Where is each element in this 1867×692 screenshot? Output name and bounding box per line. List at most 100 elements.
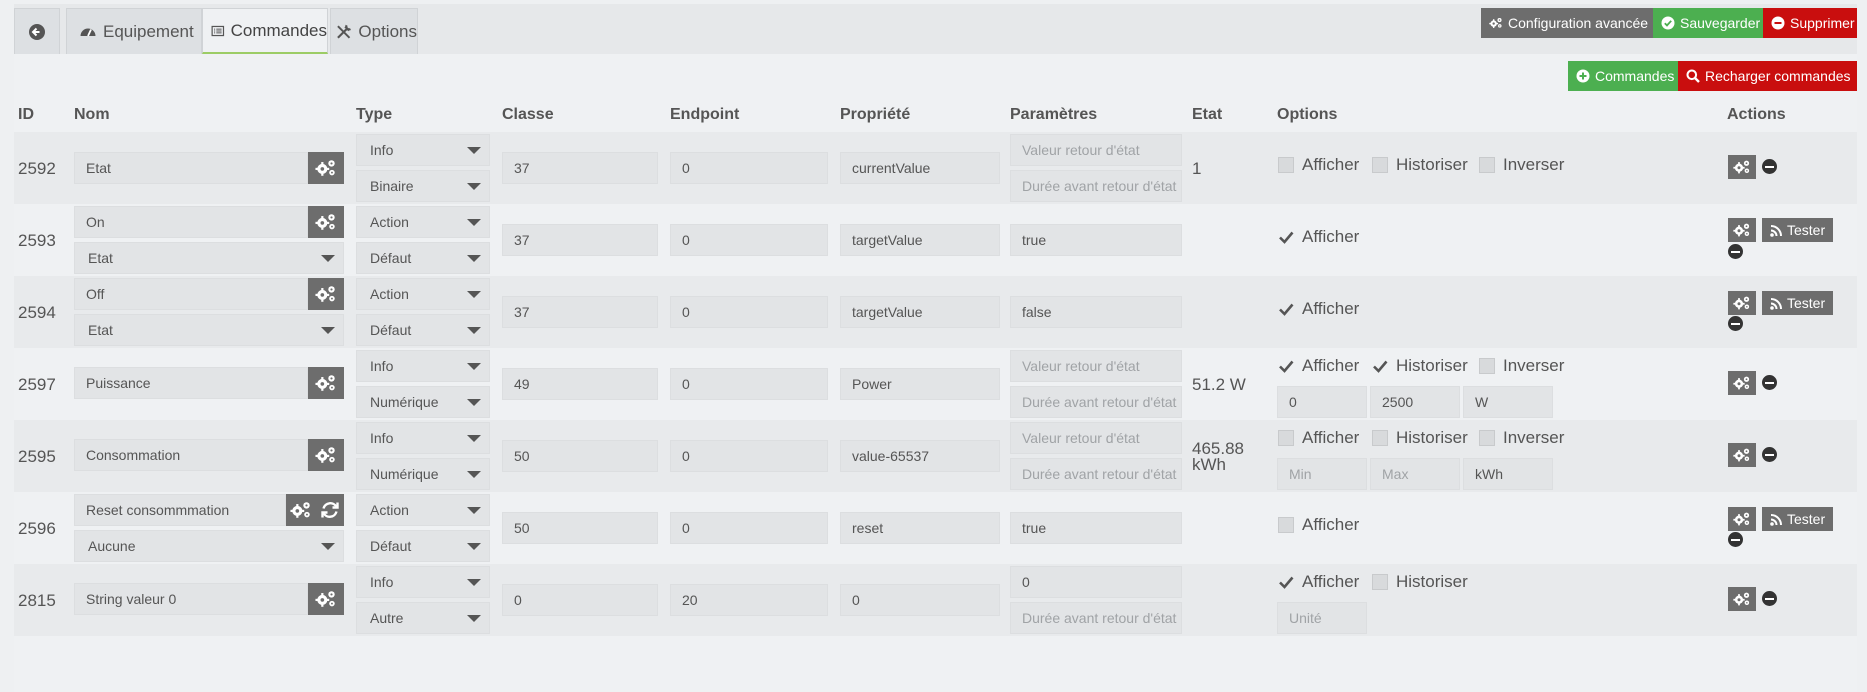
return-value-field[interactable]: Valeur retour d'état	[1010, 350, 1182, 382]
return-delay-field[interactable]: Durée avant retour d'état	[1010, 170, 1182, 202]
endpoint-field[interactable]: 0	[670, 368, 828, 400]
tab-equipement[interactable]: Equipement	[66, 8, 202, 54]
remove-command-icon[interactable]	[1762, 447, 1777, 462]
type-select[interactable]: Info	[356, 566, 490, 598]
min-field[interactable]: Min	[1277, 458, 1367, 490]
remove-command-icon[interactable]	[1728, 244, 1743, 259]
subtype-select[interactable]: Binaire	[356, 170, 490, 202]
property-field[interactable]: Power	[840, 368, 1000, 400]
endpoint-field[interactable]: 0	[670, 512, 828, 544]
endpoint-field[interactable]: 0	[670, 296, 828, 328]
classe-field[interactable]: 37	[502, 296, 658, 328]
inverser-checkbox[interactable]: Inverser	[1479, 428, 1564, 448]
name-field[interactable]: Puissance	[74, 367, 308, 399]
afficher-checkbox[interactable]: Afficher	[1278, 299, 1359, 319]
type-select[interactable]: Info	[356, 350, 490, 382]
test-command-button[interactable]: Tester	[1762, 507, 1834, 531]
configure-command-button[interactable]	[1728, 587, 1756, 611]
test-command-button[interactable]: Tester	[1762, 218, 1834, 242]
refresh-button[interactable]	[316, 494, 344, 526]
classe-field[interactable]: 50	[502, 440, 658, 472]
advanced-config-button[interactable]: Configuration avancée	[1481, 8, 1653, 38]
historiser-checkbox[interactable]: Historiser	[1372, 356, 1468, 376]
property-field[interactable]: 0	[840, 584, 1000, 616]
name-field[interactable]: Etat	[74, 152, 308, 184]
icon-chooser-button[interactable]	[308, 152, 344, 184]
return-delay-field[interactable]: Durée avant retour d'état	[1010, 458, 1182, 490]
value-select[interactable]: Aucune	[74, 530, 344, 562]
subtype-select[interactable]: Défaut	[356, 530, 490, 562]
configure-command-button[interactable]	[1728, 371, 1756, 395]
endpoint-field[interactable]: 20	[670, 584, 828, 616]
name-field[interactable]: Reset consommmation	[74, 494, 286, 526]
afficher-checkbox[interactable]: Afficher	[1278, 515, 1359, 535]
remove-command-icon[interactable]	[1762, 375, 1777, 390]
remove-command-icon[interactable]	[1762, 591, 1777, 606]
remove-command-icon[interactable]	[1762, 159, 1777, 174]
afficher-checkbox[interactable]: Afficher	[1278, 572, 1359, 592]
back-tab[interactable]	[14, 8, 60, 54]
add-command-button[interactable]: Commandes	[1568, 61, 1678, 91]
subtype-select[interactable]: Autre	[356, 602, 490, 634]
max-field[interactable]: 2500	[1370, 386, 1460, 418]
configure-command-button[interactable]	[1728, 507, 1756, 531]
unit-field[interactable]: kWh	[1463, 458, 1553, 490]
historiser-checkbox[interactable]: Historiser	[1372, 155, 1468, 175]
return-delay-field[interactable]: Durée avant retour d'état	[1010, 386, 1182, 418]
icon-chooser-button[interactable]	[308, 367, 344, 399]
icon-chooser-button[interactable]	[308, 583, 344, 615]
unit-field[interactable]: W	[1463, 386, 1553, 418]
parameter-field[interactable]: false	[1010, 296, 1182, 328]
property-field[interactable]: value-65537	[840, 440, 1000, 472]
reload-commands-button[interactable]: Recharger commandes	[1678, 61, 1857, 91]
configure-command-button[interactable]	[1728, 443, 1756, 467]
subtype-select[interactable]: Défaut	[356, 242, 490, 274]
name-field[interactable]: String valeur 0	[74, 583, 308, 615]
name-field[interactable]: Off	[74, 278, 308, 310]
icon-chooser-button[interactable]	[308, 206, 344, 238]
return-delay-field[interactable]: Durée avant retour d'état	[1010, 602, 1182, 634]
delete-button[interactable]: Supprimer	[1763, 8, 1857, 38]
save-button[interactable]: Sauvegarder	[1653, 8, 1763, 38]
inverser-checkbox[interactable]: Inverser	[1479, 155, 1564, 175]
inverser-checkbox[interactable]: Inverser	[1479, 356, 1564, 376]
value-select[interactable]: Etat	[74, 242, 344, 274]
remove-command-icon[interactable]	[1728, 532, 1743, 547]
name-field[interactable]: Consommation	[74, 439, 308, 471]
configure-command-button[interactable]	[1728, 155, 1756, 179]
icon-chooser-button[interactable]	[286, 494, 316, 526]
endpoint-field[interactable]: 0	[670, 152, 828, 184]
property-field[interactable]: targetValue	[840, 296, 1000, 328]
classe-field[interactable]: 37	[502, 152, 658, 184]
historiser-checkbox[interactable]: Historiser	[1372, 572, 1468, 592]
endpoint-field[interactable]: 0	[670, 440, 828, 472]
test-command-button[interactable]: Tester	[1762, 291, 1834, 315]
type-select[interactable]: Info	[356, 134, 490, 166]
type-select[interactable]: Action	[356, 494, 490, 526]
endpoint-field[interactable]: 0	[670, 224, 828, 256]
configure-command-button[interactable]	[1728, 291, 1756, 315]
tab-options[interactable]: Options	[330, 8, 418, 54]
name-field[interactable]: On	[74, 206, 308, 238]
subtype-select[interactable]: Défaut	[356, 314, 490, 346]
max-field[interactable]: Max	[1370, 458, 1460, 490]
property-field[interactable]: reset	[840, 512, 1000, 544]
min-field[interactable]: 0	[1277, 386, 1367, 418]
afficher-checkbox[interactable]: Afficher	[1278, 155, 1359, 175]
subtype-select[interactable]: Numérique	[356, 386, 490, 418]
configure-command-button[interactable]	[1728, 218, 1756, 242]
return-value-field[interactable]: Valeur retour d'état	[1010, 422, 1182, 454]
property-field[interactable]: currentValue	[840, 152, 1000, 184]
return-value-field[interactable]: 0	[1010, 566, 1182, 598]
type-select[interactable]: Info	[356, 422, 490, 454]
classe-field[interactable]: 37	[502, 224, 658, 256]
property-field[interactable]: targetValue	[840, 224, 1000, 256]
value-select[interactable]: Etat	[74, 314, 344, 346]
parameter-field[interactable]: true	[1010, 224, 1182, 256]
afficher-checkbox[interactable]: Afficher	[1278, 227, 1359, 247]
classe-field[interactable]: 0	[502, 584, 658, 616]
tab-commandes[interactable]: Commandes	[202, 8, 328, 54]
afficher-checkbox[interactable]: Afficher	[1278, 428, 1359, 448]
historiser-checkbox[interactable]: Historiser	[1372, 428, 1468, 448]
afficher-checkbox[interactable]: Afficher	[1278, 356, 1359, 376]
